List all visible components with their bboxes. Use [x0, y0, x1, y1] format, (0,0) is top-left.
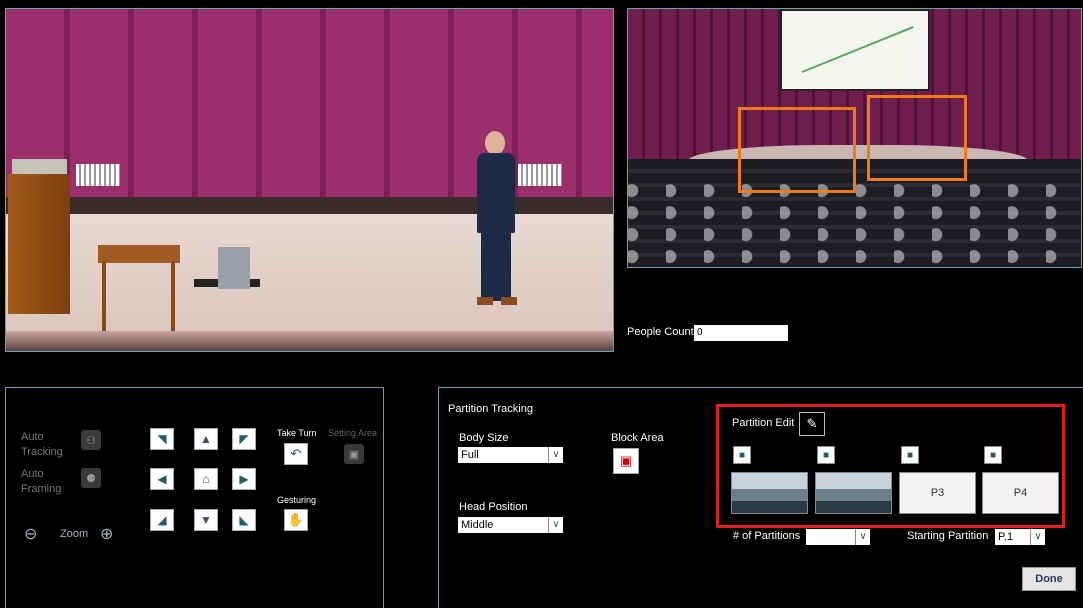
tilt-up-button[interactable]: ▲: [194, 428, 218, 450]
podium: [8, 174, 70, 314]
body-size-label: Body Size: [459, 432, 509, 444]
pan-left-button[interactable]: ◀: [150, 468, 174, 490]
block-area-icon[interactable]: ▣: [613, 448, 639, 474]
take-turn-label: Take Turn: [277, 428, 317, 438]
setting-area-icon: ▣: [344, 444, 364, 464]
zoom-out-icon[interactable]: ⊖: [24, 524, 37, 544]
zoom-label: Zoom: [60, 528, 89, 540]
home-icon[interactable]: ⌂: [194, 468, 218, 490]
done-button[interactable]: Done: [1022, 567, 1076, 591]
camera-control-panel: Auto Tracking ⚇ Auto Framing ⚈ ⊖ Zoom ⊕ …: [5, 387, 384, 608]
partition-thumb-1[interactable]: [731, 472, 808, 514]
chevron-down-icon: ∨: [1030, 529, 1045, 545]
pan-up-left-button[interactable]: ◥: [150, 428, 174, 450]
partition-thumb-4[interactable]: P4: [982, 472, 1059, 514]
block-area-label: Block Area: [611, 432, 664, 444]
tilt-down-button[interactable]: ▼: [194, 509, 218, 531]
auto-tracking-icon[interactable]: ⚇: [81, 430, 101, 450]
partition-tracking-title: Partition Tracking: [448, 403, 533, 415]
main-video-feed: [5, 8, 614, 352]
setting-area-label: Setting Area: [328, 428, 378, 438]
pan-up-right-button[interactable]: ◤: [232, 428, 256, 450]
pan-right-button[interactable]: ▶: [232, 468, 256, 490]
take-turn-icon[interactable]: ↶: [284, 443, 308, 465]
edit-pencil-icon[interactable]: ✎: [799, 412, 825, 436]
side-table: [98, 245, 180, 263]
pan-down-right-button[interactable]: ◣: [232, 509, 256, 531]
zoom-in-icon[interactable]: ⊕: [100, 524, 113, 544]
chevron-down-icon: ∨: [548, 447, 563, 463]
partition-region-1[interactable]: [738, 107, 856, 193]
gesturing-label: Gesturing: [277, 495, 317, 505]
projection-screen: [780, 9, 930, 91]
presenter: [471, 131, 523, 311]
partition-region-2[interactable]: [867, 95, 967, 181]
people-count-field[interactable]: 0: [694, 325, 788, 341]
starting-partition-select[interactable]: P.1 ∨: [995, 529, 1045, 545]
head-position-select[interactable]: Middle ∨: [458, 517, 563, 533]
chevron-down-icon: ∨: [548, 517, 563, 533]
pan-down-left-button[interactable]: ◢: [150, 509, 174, 531]
people-count-label: People Count: [627, 326, 694, 338]
num-partitions-select[interactable]: ∨: [806, 529, 870, 545]
head-position-label: Head Position: [459, 501, 528, 513]
auto-tracking-label: Auto Tracking: [21, 431, 63, 458]
partition-edit-label: Partition Edit: [732, 417, 795, 429]
save-partition-2-icon[interactable]: ■: [817, 446, 835, 464]
auto-framing-icon[interactable]: ⚈: [81, 468, 101, 488]
save-partition-3-icon[interactable]: ■: [901, 446, 919, 464]
stage-scene: [6, 9, 613, 351]
partition-thumb-3[interactable]: P3: [899, 472, 976, 514]
preview-video-feed: [627, 8, 1082, 268]
chevron-down-icon: ∨: [855, 529, 870, 545]
save-partition-4-icon[interactable]: ■: [984, 446, 1002, 464]
num-partitions-label: # of Partitions: [733, 530, 801, 542]
auto-framing-label: Auto Framing: [21, 468, 62, 495]
partition-thumb-2[interactable]: [815, 472, 892, 514]
save-partition-1-icon[interactable]: ■: [733, 446, 751, 464]
starting-partition-label: Starting Partition: [907, 530, 989, 542]
body-size-select[interactable]: Full ∨: [458, 447, 563, 463]
gesturing-icon[interactable]: ✋: [284, 509, 308, 531]
